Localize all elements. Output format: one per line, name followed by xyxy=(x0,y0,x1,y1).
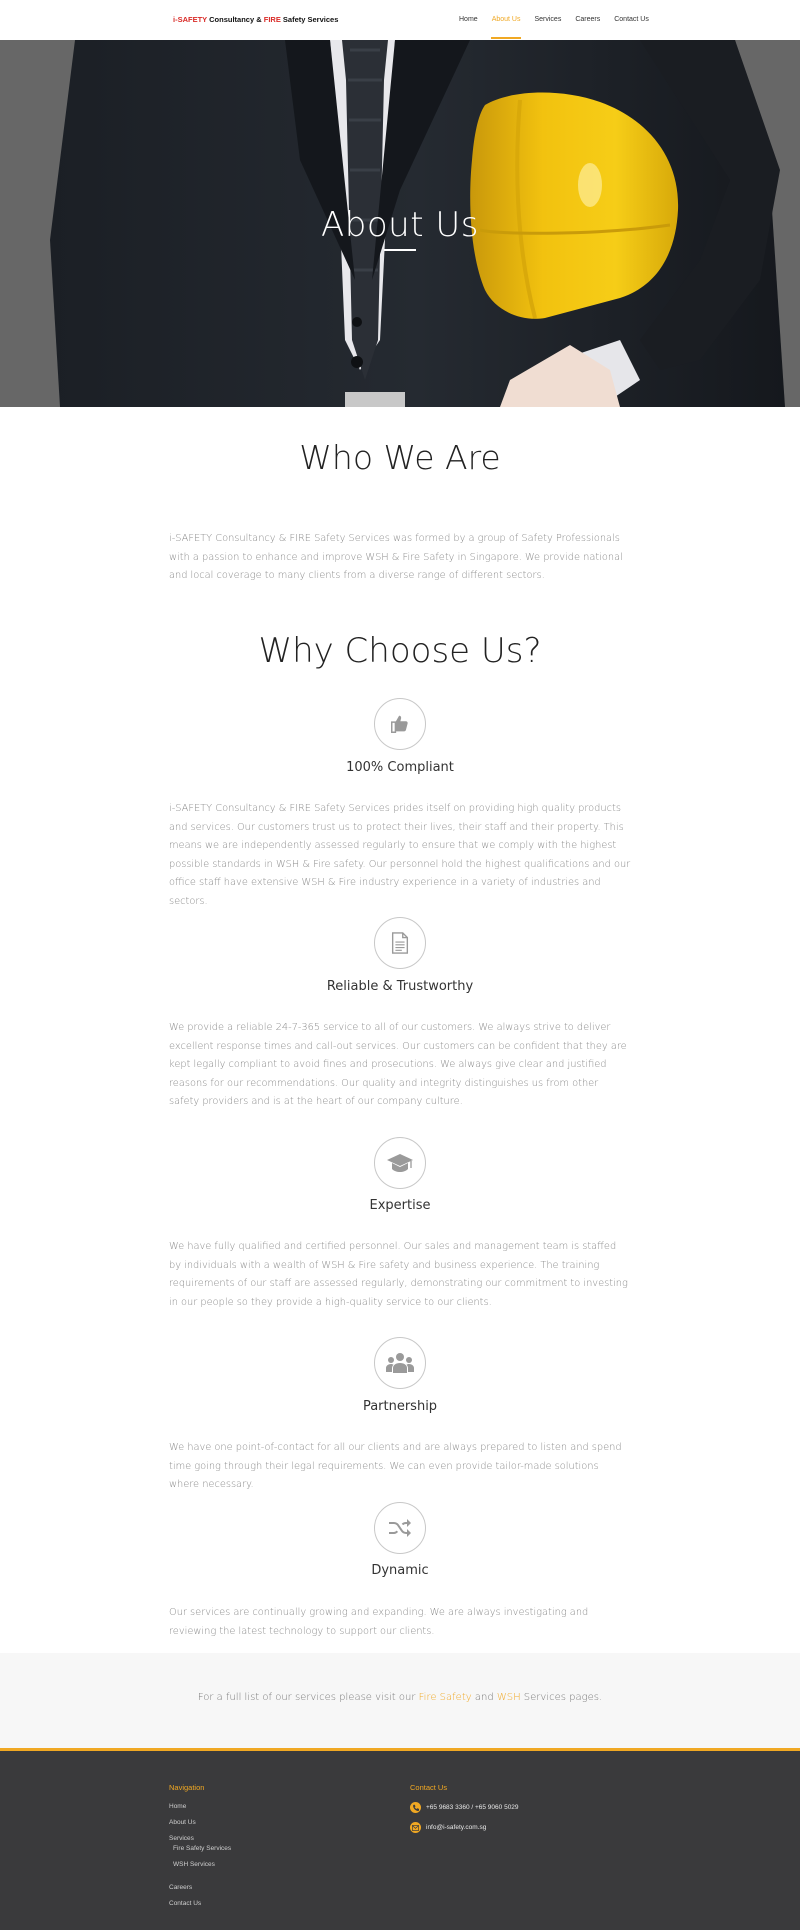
footer-link-home[interactable]: Home xyxy=(169,1803,186,1810)
feature-expertise-icon-circle xyxy=(374,1137,426,1189)
site-footer: Navigation Home About Us Services Fire S… xyxy=(0,1748,800,1930)
feature-reliable-icon-circle xyxy=(374,917,426,969)
feature-dynamic-title: Dynamic xyxy=(371,1563,429,1578)
shuffle-icon xyxy=(389,1519,411,1537)
footer-link-about-us[interactable]: About Us xyxy=(169,1819,196,1826)
feature-compliant-text: i-SAFETY Consultancy & FIRE Safety Servi… xyxy=(169,803,631,907)
cta-text-before: For a full list of our services please v… xyxy=(197,1692,419,1703)
services-cta-band: For a full list of our services please v… xyxy=(0,1653,800,1748)
who-we-are-title: Who We Are xyxy=(299,438,501,477)
thumbs-up-icon xyxy=(391,715,408,733)
phone-icon xyxy=(410,1802,421,1813)
feature-compliant-title: 100% Compliant xyxy=(346,760,454,775)
footer-contact-heading: Contact Us xyxy=(410,1783,448,1792)
footer-email-row[interactable]: info@i-safety.com.sg xyxy=(410,1822,486,1833)
feature-expertise-title: Expertise xyxy=(369,1198,431,1213)
footer-navigation-heading: Navigation xyxy=(169,1783,205,1792)
feature-reliable-title: Reliable & Trustworthy xyxy=(326,979,474,994)
site-header: i-SAFETY Consultancy & FIRE Safety Servi… xyxy=(0,0,800,40)
graduation-cap-icon xyxy=(387,1154,413,1172)
cta-text-middle: and xyxy=(471,1692,497,1703)
footer-link-contact-us[interactable]: Contact Us xyxy=(169,1900,201,1907)
footer-link-services[interactable]: Services xyxy=(169,1835,194,1842)
fire-safety-link[interactable]: Fire Safety xyxy=(419,1692,472,1703)
hero-banner: About Us xyxy=(0,40,800,407)
feature-partnership-icon-circle xyxy=(374,1337,426,1389)
hero-title-underline xyxy=(384,249,416,251)
nav-careers[interactable]: Careers xyxy=(568,0,607,40)
nav-home[interactable]: Home xyxy=(452,0,485,40)
document-icon xyxy=(391,932,409,954)
footer-phone-row[interactable]: +65 9683 3360 / +65 9060 5029 xyxy=(410,1802,519,1813)
feature-reliable-text: We provide a reliable 24-7-365 service t… xyxy=(169,1022,627,1107)
logo-text-isafety: i-SAFETY xyxy=(173,15,208,24)
feature-partnership-text: We have one point-of-contact for all our… xyxy=(169,1442,622,1490)
group-icon xyxy=(386,1353,414,1373)
why-choose-us-title: Why Choose Us? xyxy=(258,631,542,671)
main-nav: Home About Us Services Careers Contact U… xyxy=(452,0,656,40)
feature-compliant-icon-circle xyxy=(374,698,426,750)
footer-link-careers[interactable]: Careers xyxy=(169,1884,192,1891)
nav-contact-us[interactable]: Contact Us xyxy=(607,0,656,40)
nav-services[interactable]: Services xyxy=(527,0,568,40)
feature-dynamic-text: Our services are continually growing and… xyxy=(169,1607,589,1637)
feature-partnership-title: Partnership xyxy=(362,1399,438,1414)
feature-dynamic-icon-circle xyxy=(374,1502,426,1554)
footer-email-text: info@i-safety.com.sg xyxy=(426,1824,487,1831)
footer-phone-text: +65 9683 3360 / +65 9060 5029 xyxy=(426,1804,519,1811)
footer-link-fire-safety-services[interactable]: Fire Safety Services xyxy=(173,1845,231,1852)
services-cta-text: For a full list of our services please v… xyxy=(0,1692,800,1703)
who-we-are-text: i-SAFETY Consultancy & FIRE Safety Servi… xyxy=(169,533,623,581)
hero-title: About Us xyxy=(321,205,479,245)
footer-link-wsh-services[interactable]: WSH Services xyxy=(173,1861,215,1868)
cta-text-after: Services pages. xyxy=(520,1692,603,1703)
envelope-icon xyxy=(410,1822,421,1833)
site-logo[interactable]: i-SAFETY Consultancy & FIRE Safety Servi… xyxy=(173,15,338,24)
logo-text-fire: FIRE xyxy=(263,15,281,24)
feature-expertise-text: We have fully qualified and certified pe… xyxy=(169,1241,628,1308)
nav-about-us[interactable]: About Us xyxy=(485,0,528,40)
wsh-link[interactable]: WSH xyxy=(497,1692,521,1703)
logo-text-safety-services: Safety Services xyxy=(280,15,339,24)
logo-text-consultancy: Consultancy & xyxy=(207,15,264,24)
